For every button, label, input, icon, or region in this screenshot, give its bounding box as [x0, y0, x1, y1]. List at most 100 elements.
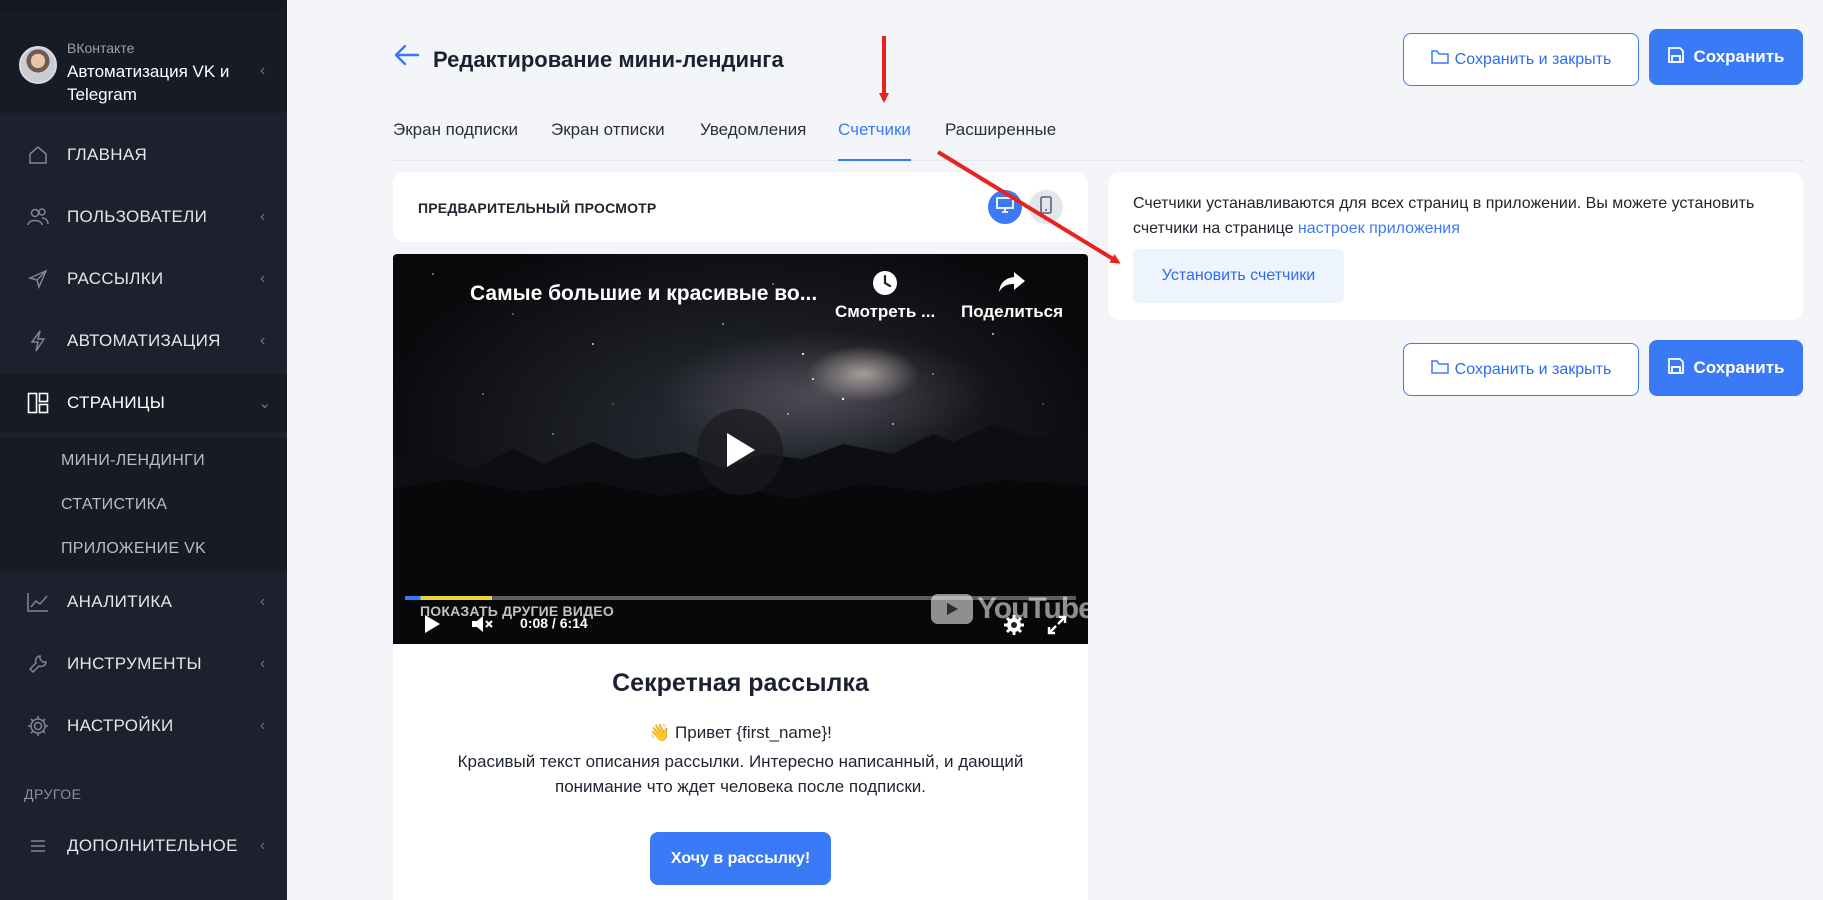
save-button[interactable]: Сохранить	[1649, 29, 1803, 85]
sidebar-item-pages[interactable]: СТРАНИЦЫ ⌄	[0, 374, 287, 432]
chevron-left-icon: ‹	[260, 208, 266, 225]
save-button-bottom[interactable]: Сохранить	[1649, 340, 1803, 396]
chevron-left-icon: ‹	[260, 593, 266, 610]
save-and-close-button[interactable]: Сохранить и закрыть	[1403, 33, 1639, 86]
landing-title: Секретная рассылка	[612, 669, 869, 697]
counters-info-card: Счетчики устанавливаются для всех страни…	[1108, 172, 1803, 320]
chevron-left-icon: ‹	[260, 62, 266, 79]
lightning-icon	[27, 330, 49, 352]
chevron-left-icon: ‹	[260, 332, 266, 349]
app-settings-link[interactable]: настроек приложения	[1298, 220, 1460, 237]
sidebar-item-tools[interactable]: ИНСТРУМЕНТЫ ‹	[0, 635, 287, 693]
sidebar-item-label: ДОПОЛНИТЕЛЬНОЕ	[67, 836, 238, 855]
counters-info-text: Счетчики устанавливаются для всех страни…	[1133, 191, 1783, 241]
sidebar-item-label: СТРАНИЦЫ	[67, 393, 166, 412]
sidebar-item-analytics[interactable]: АНАЛИТИКА ‹	[0, 573, 287, 631]
share-button[interactable]: Поделиться	[961, 270, 1063, 322]
sidebar-item-label: ПОЛЬЗОВАТЕЛИ	[67, 207, 208, 226]
tabs-bar: Экран подписки Экран отписки Уведомления…	[393, 118, 1803, 161]
chevron-left-icon: ‹	[260, 655, 266, 672]
save-and-close-label: Сохранить и закрыть	[1454, 360, 1612, 378]
account-name: Автоматизация VK и Telegram	[67, 62, 230, 104]
watch-later-label: Смотреть ...	[835, 302, 936, 321]
users-icon	[27, 206, 49, 228]
clock-icon	[835, 270, 935, 302]
save-and-close-button-bottom[interactable]: Сохранить и закрыть	[1403, 343, 1639, 396]
monitor-icon	[996, 196, 1014, 218]
pages-submenu: МИНИ-ЛЕНДИНГИ СТАТИСТИКА ПРИЛОЖЕНИЕ VK	[0, 438, 287, 572]
sidebar-item-automation[interactable]: АВТОМАТИЗАЦИЯ ‹	[0, 312, 287, 370]
mute-icon[interactable]	[471, 614, 495, 639]
floppy-disk-icon	[1667, 46, 1685, 69]
sidebar-item-label: АВТОМАТИЗАЦИЯ	[67, 331, 221, 350]
share-icon	[961, 270, 1063, 302]
tab-advanced[interactable]: Расширенные	[945, 118, 1056, 161]
chevron-left-icon: ‹	[260, 717, 266, 734]
chevron-left-icon: ‹	[260, 270, 266, 287]
sidebar-item-users[interactable]: ПОЛЬЗОВАТЕЛИ ‹	[0, 188, 287, 246]
sidebar-item-label: ГЛАВНАЯ	[67, 145, 148, 164]
sidebar-item-label: РАССЫЛКИ	[67, 269, 164, 288]
account-platform: ВКонтакте	[67, 40, 135, 56]
preview-label: ПРЕДВАРИТЕЛЬНЫЙ ПРОСМОТР	[418, 200, 657, 216]
page-title: Редактирование мини-лендинга	[433, 47, 784, 72]
play-icon	[723, 431, 757, 474]
account-switcher[interactable]: ВКонтакте Автоматизация VK и Telegram ‹	[0, 10, 287, 113]
video-progress-fill	[405, 596, 493, 600]
sidebar-item-settings[interactable]: НАСТРОЙКИ ‹	[0, 697, 287, 755]
chevron-left-icon: ‹	[260, 837, 266, 854]
sidebar-item-home[interactable]: ГЛАВНАЯ	[0, 126, 287, 184]
preview-header: ПРЕДВАРИТЕЛЬНЫЙ ПРОСМОТР	[393, 172, 1088, 242]
subscribe-button[interactable]: Хочу в рассылку!	[650, 832, 831, 885]
sidebar-item-additional[interactable]: ДОПОЛНИТЕЛЬНОЕ ‹	[0, 817, 287, 875]
install-counters-button[interactable]: Установить счетчики	[1133, 249, 1344, 303]
gear-icon	[27, 715, 49, 737]
sidebar-item-label: НАСТРОЙКИ	[67, 716, 174, 735]
video-player[interactable]: Самые большие и красивые во... Смотреть …	[393, 254, 1088, 644]
play-button[interactable]	[697, 409, 783, 495]
landing-description: Красивый текст описания рассылки. Интере…	[457, 752, 1024, 796]
chart-icon	[27, 591, 49, 613]
smartphone-icon	[1040, 195, 1052, 219]
desktop-view-button[interactable]	[988, 190, 1022, 224]
tab-notifications[interactable]: Уведомления	[700, 118, 806, 161]
folder-icon	[1430, 359, 1449, 380]
tab-unsubscribe-screen[interactable]: Экран отписки	[551, 118, 665, 161]
submenu-item-mini-landings[interactable]: МИНИ-ЛЕНДИНГИ	[61, 452, 205, 470]
back-arrow-icon[interactable]	[394, 44, 422, 68]
sidebar-item-label: ИНСТРУМЕНТЫ	[67, 654, 202, 673]
sidebar-section-other: ДРУГОЕ	[24, 786, 82, 802]
submenu-item-vk-app[interactable]: ПРИЛОЖЕНИЕ VK	[61, 540, 206, 558]
landing-greeting: 👋 Привет {first_name}!	[649, 723, 832, 742]
tab-counters[interactable]: Счетчики	[838, 118, 911, 161]
sidebar-item-mailings[interactable]: РАССЫЛКИ ‹	[0, 250, 287, 308]
landing-preview: Секретная рассылка 👋 Привет {first_name}…	[393, 644, 1088, 900]
save-and-close-label: Сохранить и закрыть	[1454, 50, 1612, 68]
share-label: Поделиться	[961, 302, 1064, 321]
menu-icon	[27, 835, 49, 857]
sidebar-top-strip	[0, 0, 287, 10]
wrench-icon	[27, 653, 49, 675]
watch-later-button[interactable]: Смотреть ...	[835, 270, 935, 322]
save-label: Сохранить	[1693, 47, 1785, 66]
submenu-item-statistics[interactable]: СТАТИСТИКА	[61, 496, 167, 514]
sidebar: ВКонтакте Автоматизация VK и Telegram ‹ …	[0, 0, 287, 900]
youtube-play-icon	[931, 594, 973, 624]
layout-icon	[27, 392, 49, 414]
mobile-view-button[interactable]	[1029, 190, 1063, 224]
send-icon	[27, 268, 49, 290]
sidebar-item-label: АНАЛИТИКА	[67, 592, 173, 611]
video-time: 0:08 / 6:14	[520, 615, 588, 631]
home-icon	[27, 144, 49, 166]
floppy-disk-icon	[1667, 357, 1685, 380]
avatar	[19, 46, 57, 84]
tab-subscribe-screen[interactable]: Экран подписки	[393, 118, 518, 161]
fullscreen-icon[interactable]	[1047, 615, 1067, 640]
save-label: Сохранить	[1693, 358, 1785, 377]
play-small-icon[interactable]	[423, 614, 441, 639]
settings-gear-icon[interactable]	[1003, 614, 1025, 641]
folder-icon	[1430, 49, 1449, 70]
youtube-wordmark: YouTube	[977, 592, 1088, 625]
video-title[interactable]: Самые большие и красивые во...	[470, 282, 817, 306]
chevron-down-icon: ⌄	[258, 395, 272, 412]
